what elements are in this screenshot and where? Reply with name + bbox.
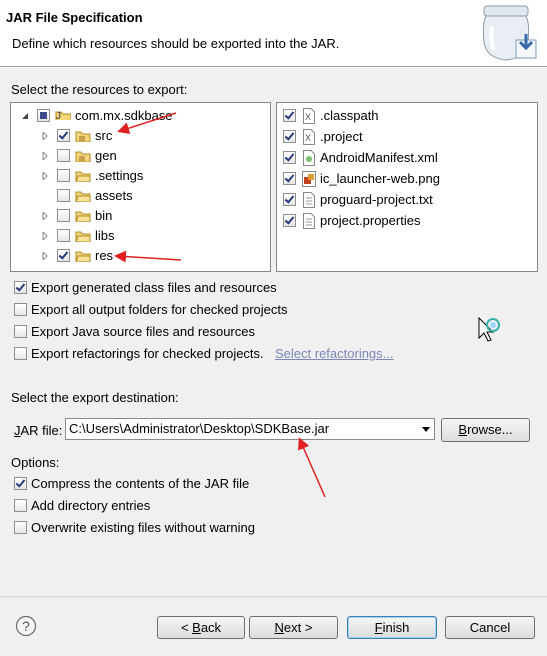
image-file-icon — [302, 171, 316, 187]
file-item-label: proguard-project.txt — [320, 192, 433, 207]
jar-file-label: JAR file: — [14, 423, 63, 438]
tree-checkbox[interactable] — [57, 229, 70, 242]
text-file-icon — [303, 213, 315, 229]
file-checkbox[interactable] — [283, 130, 296, 143]
tree-item-label: com.mx.sdkbase — [75, 108, 173, 123]
finish-button[interactable]: Finish — [347, 616, 437, 639]
file-checkbox[interactable] — [283, 193, 296, 206]
page-subtitle: Define which resources should be exporte… — [12, 36, 340, 51]
jar-option-checkbox[interactable] — [14, 499, 27, 512]
export-option-checkbox[interactable] — [14, 303, 27, 316]
browse-button[interactable]: Browse... — [441, 418, 530, 442]
file-list[interactable]: X .classpath X .project AndroidManifest.xml i… — [276, 102, 538, 272]
expand-right-icon[interactable] — [41, 172, 49, 180]
xml-file-icon: X — [303, 108, 315, 124]
jar-file-input[interactable]: C:\Users\Administrator\Desktop\SDKBase.j… — [69, 421, 329, 436]
back-button[interactable]: < Back — [157, 616, 245, 639]
file-item-label: project.properties — [320, 213, 421, 228]
help-icon[interactable]: ? — [15, 615, 37, 637]
dropdown-arrow-icon[interactable] — [422, 427, 430, 432]
tree-checkbox[interactable] — [57, 189, 70, 202]
tree-checkbox[interactable] — [57, 249, 70, 262]
source-folder-icon — [75, 131, 91, 142]
wizard-header: JAR File Specification Define which reso… — [0, 0, 547, 66]
jar-banner-icon — [482, 5, 537, 61]
destination-label: Select the export destination: — [11, 390, 179, 405]
tree-checkbox[interactable] — [57, 209, 70, 222]
export-option-checkbox[interactable] — [14, 281, 27, 294]
file-checkbox[interactable] — [283, 172, 296, 185]
expand-right-icon[interactable] — [41, 252, 49, 260]
svg-text:X: X — [305, 133, 311, 143]
source-folder-icon — [75, 151, 91, 162]
text-file-icon — [303, 192, 315, 208]
jar-option-label: Compress the contents of the JAR file — [31, 476, 250, 491]
cancel-button[interactable]: Cancel — [445, 616, 535, 639]
resources-label: Select the resources to export: — [11, 82, 188, 97]
tree-checkbox[interactable] — [57, 129, 70, 142]
tree-checkbox[interactable] — [37, 109, 50, 122]
export-option-label: Export generated class files and resourc… — [31, 280, 277, 295]
jar-option-checkbox[interactable] — [14, 521, 27, 534]
folder-icon — [75, 191, 91, 202]
tree-item-label: src — [95, 128, 113, 143]
export-option-label: Export Java source files and resources — [31, 324, 255, 339]
tree-item-label: res — [95, 248, 114, 263]
help-glyph: ? — [22, 618, 30, 634]
expand-down-icon[interactable] — [21, 112, 29, 120]
page-title: JAR File Specification — [6, 10, 143, 25]
select-refactorings-link[interactable]: Select refactorings... — [275, 345, 394, 363]
export-option-label: Export all output folders for checked pr… — [31, 302, 288, 317]
jar-option-checkbox[interactable] — [14, 477, 27, 490]
folder-icon — [75, 251, 91, 262]
xml-file-icon: X — [303, 129, 315, 145]
export-option-checkbox[interactable] — [14, 325, 27, 338]
expand-right-icon[interactable] — [41, 232, 49, 240]
tree-checkbox[interactable] — [57, 169, 70, 182]
tree-item-label: bin — [95, 208, 113, 223]
tree-item-label: .settings — [95, 168, 144, 183]
options-label: Options: — [11, 455, 60, 470]
folder-icon — [75, 231, 91, 242]
tree-item-label: assets — [95, 188, 133, 203]
expand-right-icon[interactable] — [41, 132, 49, 140]
file-item-label: .classpath — [320, 108, 379, 123]
file-checkbox[interactable] — [283, 214, 296, 227]
folder-icon — [75, 211, 91, 222]
file-item-label: .project — [320, 129, 363, 144]
resource-tree[interactable]: Jcom.mx.sdkbase src gen .settings assets bin l… — [10, 102, 271, 272]
export-option-label: Export refactorings for checked projects… — [31, 346, 264, 361]
busy-cursor-icon — [478, 316, 500, 342]
tree-item-label: libs — [95, 228, 115, 243]
tree-item-label: gen — [95, 148, 117, 163]
jar-file-combo[interactable]: C:\Users\Administrator\Desktop\SDKBase.j… — [65, 418, 435, 440]
project-icon: J — [55, 111, 71, 120]
svg-text:J: J — [56, 111, 61, 120]
file-checkbox[interactable] — [283, 151, 296, 164]
folder-icon — [75, 171, 91, 182]
file-item-label: AndroidManifest.xml — [320, 150, 438, 165]
next-button[interactable]: Next > — [249, 616, 338, 639]
file-item-label: ic_launcher-web.png — [320, 171, 440, 186]
file-checkbox[interactable] — [283, 109, 296, 122]
svg-text:X: X — [305, 112, 311, 122]
manifest-file-icon — [303, 150, 315, 166]
expand-right-icon[interactable] — [41, 212, 49, 220]
export-option-checkbox[interactable] — [14, 347, 27, 360]
tree-checkbox[interactable] — [57, 149, 70, 162]
jar-option-label: Overwrite existing files without warning — [31, 520, 255, 535]
expand-right-icon[interactable] — [41, 152, 49, 160]
jar-option-label: Add directory entries — [31, 498, 151, 513]
